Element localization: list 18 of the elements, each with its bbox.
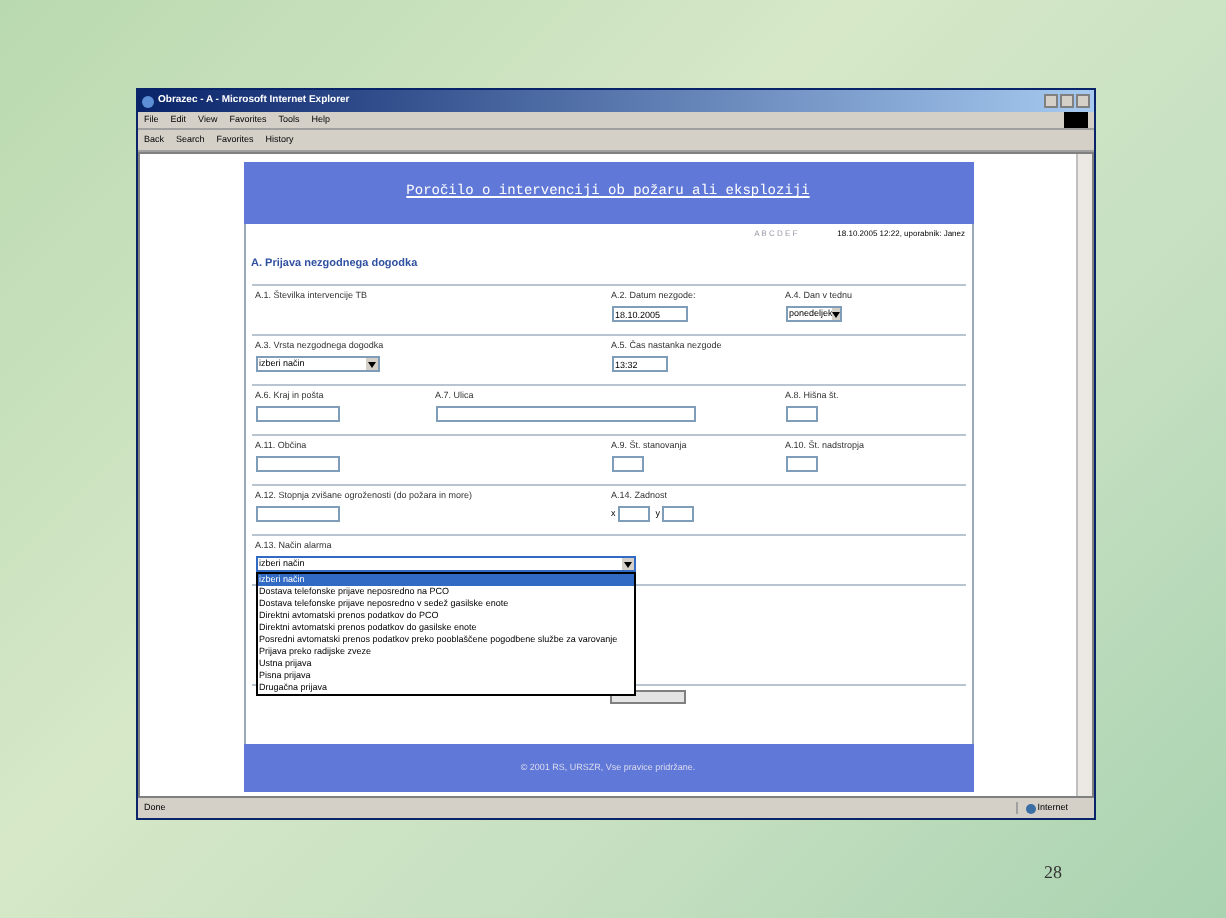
dropdown-arrow-icon xyxy=(832,308,841,321)
input-field[interactable] xyxy=(255,456,339,473)
minimize-button[interactable] xyxy=(1044,94,1058,108)
close-button[interactable] xyxy=(1076,94,1090,108)
globe-icon xyxy=(1025,803,1036,813)
input-field[interactable] xyxy=(611,456,643,473)
maximize-button[interactable] xyxy=(1060,94,1074,108)
input-field[interactable] xyxy=(785,406,817,423)
dropdown-arrow-icon xyxy=(365,358,377,371)
scrollbar[interactable] xyxy=(1076,154,1092,796)
input-field[interactable] xyxy=(617,506,650,523)
browser-icon xyxy=(142,95,154,107)
input-field[interactable] xyxy=(662,506,694,523)
slide-number: 28 xyxy=(1044,860,1062,886)
input-field[interactable] xyxy=(435,406,695,423)
input-field[interactable] xyxy=(255,506,339,523)
input-field[interactable] xyxy=(785,456,817,473)
input-field[interactable] xyxy=(255,406,339,423)
